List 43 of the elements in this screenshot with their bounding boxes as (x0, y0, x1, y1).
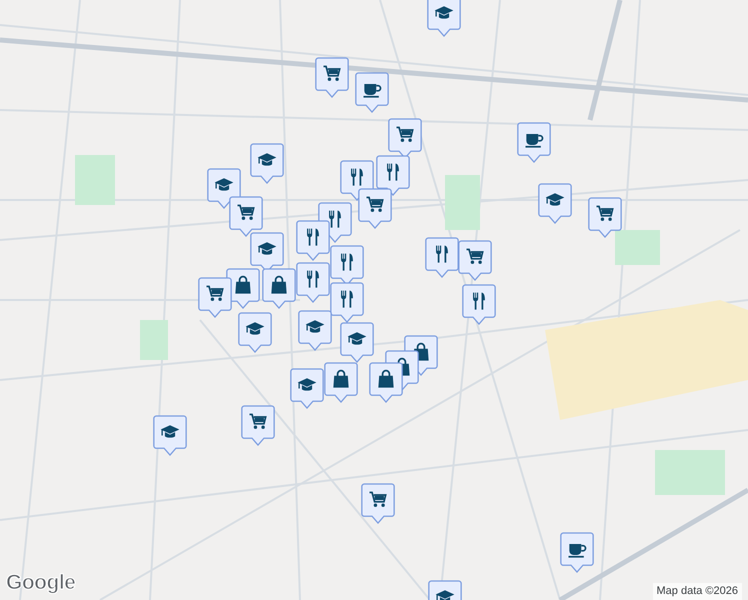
fork-knife-icon (341, 290, 353, 308)
cup-icon (568, 544, 586, 558)
cart-icon (366, 196, 384, 212)
graduation-cap-icon (246, 322, 264, 335)
cup-icon (364, 84, 382, 98)
graduation-cap-icon (258, 242, 276, 255)
park-area (75, 155, 115, 205)
graduation-cap-icon (258, 153, 276, 166)
park-area (615, 230, 660, 265)
graduation-cap-icon (436, 590, 454, 600)
graduation-cap-icon (348, 332, 366, 345)
park-area (445, 175, 480, 230)
google-logo: Google (6, 570, 76, 596)
shopping-bag-icon (378, 370, 394, 388)
fork-knife-icon (473, 292, 485, 310)
cart-icon (396, 126, 414, 142)
graduation-cap-icon (298, 378, 316, 391)
cup-icon (526, 134, 544, 148)
fork-knife-icon (329, 210, 341, 228)
fork-knife-icon (351, 168, 363, 186)
cart-icon (324, 66, 341, 81)
cart-icon (250, 414, 267, 429)
cart-icon (238, 204, 255, 220)
map-data-attribution: Map data ©2026 (652, 583, 742, 600)
shopping-bag-icon (235, 276, 251, 294)
park-area (140, 320, 168, 360)
cart-icon (206, 286, 224, 301)
graduation-cap-icon (214, 178, 234, 191)
fork-knife-icon (341, 254, 353, 271)
cart-icon (370, 492, 387, 507)
graduation-cap-icon (306, 320, 324, 333)
fork-knife-icon (307, 270, 319, 288)
fork-knife-icon (436, 246, 448, 263)
cart-icon (466, 248, 484, 264)
graduation-cap-icon (546, 193, 564, 206)
cart-icon (596, 206, 614, 221)
shopping-bag-icon (333, 370, 349, 388)
park-area (655, 450, 725, 495)
graduation-cap-icon (434, 6, 454, 19)
fork-knife-icon (307, 228, 319, 246)
graduation-cap-icon (160, 425, 180, 438)
shopping-bag-icon (271, 276, 287, 294)
fork-knife-icon (387, 164, 399, 181)
